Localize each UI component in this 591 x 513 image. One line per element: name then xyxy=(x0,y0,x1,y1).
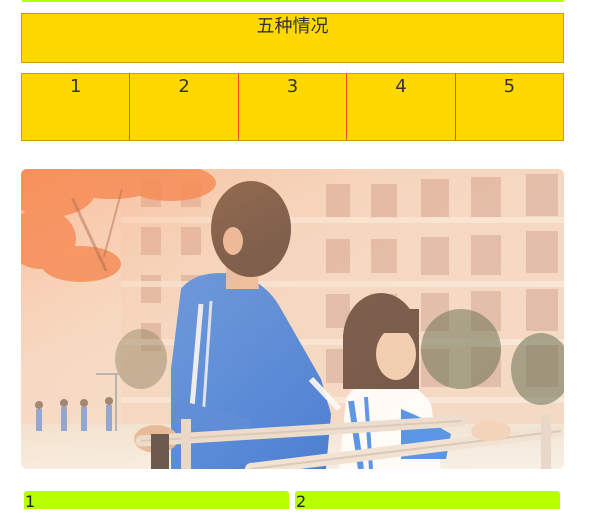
cell-1: 1 xyxy=(69,76,82,97)
bottom-cell-1: 1 xyxy=(24,491,289,511)
cell-4: 4 xyxy=(346,74,454,140)
cell-5: 5 xyxy=(454,74,563,140)
title-box: 五种情况 xyxy=(21,13,564,63)
five-cells-row: 1 2 3 4 5 xyxy=(21,73,564,141)
photo-illustration xyxy=(21,169,564,469)
cell-3: 3 xyxy=(237,74,346,140)
bottom-cell-2: 2 xyxy=(295,491,560,511)
top-accent-line xyxy=(22,0,564,2)
title-text: 五种情况 xyxy=(256,16,329,37)
bottom-row: 1 2 xyxy=(24,491,560,511)
cell-2: 2 xyxy=(129,74,237,140)
school-photo xyxy=(21,169,564,469)
